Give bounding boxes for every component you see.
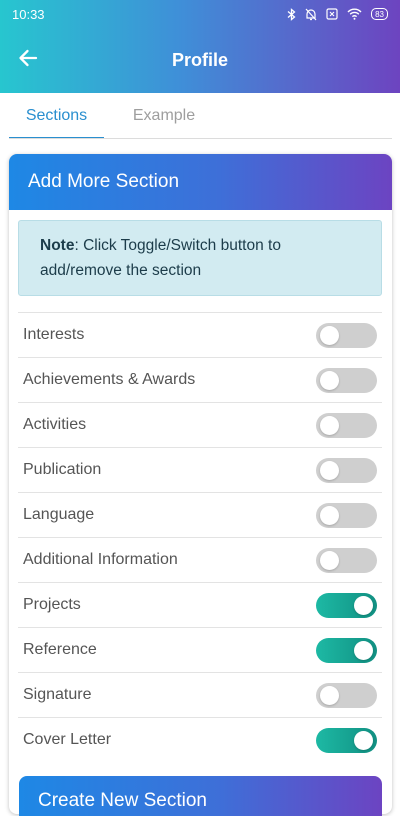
battery-icon: 83 (371, 8, 388, 20)
bluetooth-icon (287, 7, 296, 21)
back-button[interactable] (14, 46, 42, 74)
section-label: Additional Information (23, 551, 178, 568)
status-bar: 10:33 83 (0, 0, 400, 28)
section-row: Additional Information (18, 537, 382, 582)
status-time: 10:33 (12, 6, 45, 22)
arrow-left-icon (18, 49, 38, 72)
section-row: Achievements & Awards (18, 357, 382, 402)
toggle-knob (354, 640, 373, 660)
mute-icon (305, 8, 317, 21)
app-header: 10:33 83 Profile (0, 0, 400, 93)
section-list: Interests Achievements & Awards Activities… (18, 312, 382, 762)
section-label: Interests (23, 326, 85, 343)
status-icons: 83 (287, 7, 388, 21)
tab-example[interactable]: Example (116, 93, 212, 139)
wifi-icon (347, 8, 362, 20)
section-label: Signature (23, 686, 92, 703)
note-box: Note: Click Toggle/Switch button to add/… (18, 220, 382, 296)
create-new-section-card: Create New Section (19, 776, 382, 816)
sim-icon (326, 8, 338, 20)
section-label: Language (23, 506, 95, 523)
toggle-knob (320, 505, 339, 525)
note-label: Note (40, 237, 75, 254)
toggle-knob (320, 370, 339, 390)
toggle-knob (320, 325, 339, 345)
section-row: Signature (18, 672, 382, 717)
note-text: : Click Toggle/Switch button to add/remo… (40, 237, 281, 279)
tab-divider (9, 138, 392, 139)
section-label: Activities (23, 416, 87, 433)
toggle-knob (354, 730, 373, 750)
section-row: Projects (18, 582, 382, 627)
section-row: Interests (18, 312, 382, 357)
section-row: Activities (18, 402, 382, 447)
toggle-knob (320, 415, 339, 435)
section-label: Cover Letter (23, 731, 112, 748)
toggle-knob (320, 550, 339, 570)
card-title: Add More Section (9, 154, 392, 210)
toggle-knob (320, 685, 339, 705)
section-row: Cover Letter (18, 717, 382, 762)
section-toggle[interactable] (316, 322, 377, 348)
section-toggle[interactable] (316, 502, 377, 528)
section-label: Publication (23, 461, 102, 478)
app-bar: Profile (0, 38, 400, 82)
tab-bar: Sections Example (0, 93, 400, 139)
toggle-knob (354, 595, 373, 615)
section-row: Language (18, 492, 382, 537)
create-new-section-title: Create New Section (38, 790, 207, 811)
section-label: Reference (23, 641, 97, 658)
section-label: Projects (23, 596, 81, 613)
section-toggle[interactable] (316, 367, 377, 393)
tab-sections[interactable]: Sections (9, 93, 104, 139)
add-more-section-card: Add More Section Note: Click Toggle/Swit… (9, 154, 392, 814)
section-row: Publication (18, 447, 382, 492)
section-toggle[interactable] (316, 547, 377, 573)
section-toggle[interactable] (316, 682, 377, 708)
section-toggle[interactable] (316, 457, 377, 483)
section-toggle[interactable] (316, 637, 377, 663)
toggle-knob (320, 460, 339, 480)
section-label: Achievements & Awards (23, 371, 196, 388)
section-toggle[interactable] (316, 592, 377, 618)
section-toggle[interactable] (316, 727, 377, 753)
section-row: Reference (18, 627, 382, 672)
section-toggle[interactable] (316, 412, 377, 438)
page-title: Profile (171, 49, 228, 70)
